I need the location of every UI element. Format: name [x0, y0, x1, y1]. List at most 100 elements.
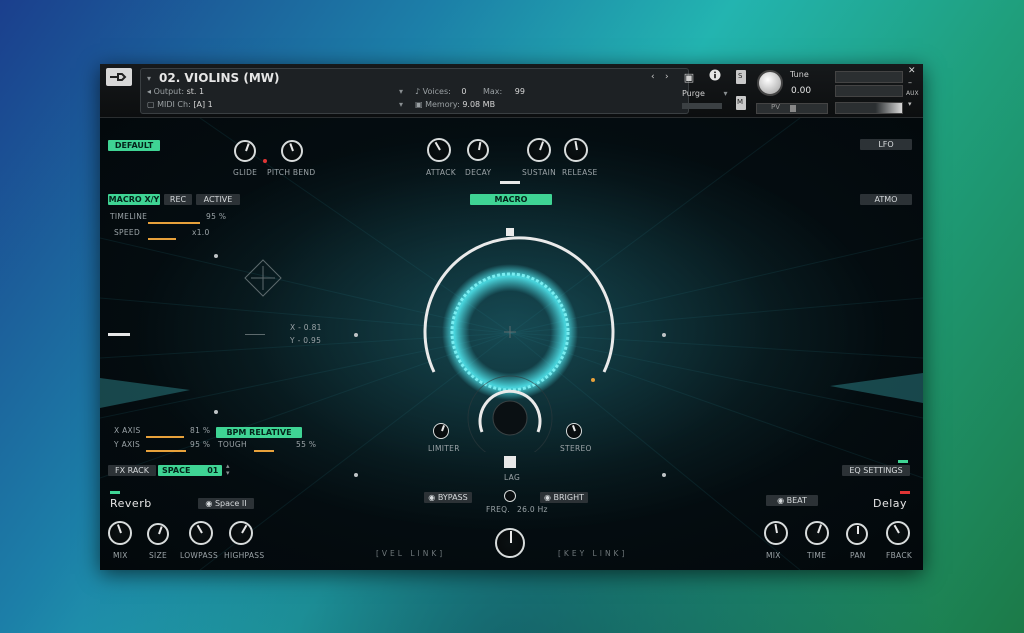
reverb-highpass-knob[interactable]: [229, 521, 253, 545]
space-stepper-icon[interactable]: ▴ ▾: [226, 463, 230, 477]
rec-button[interactable]: REC: [164, 194, 192, 205]
midi-label: MIDI Ch:: [157, 100, 191, 109]
attack-label: ATTACK: [426, 168, 456, 177]
output-row[interactable]: ◂ Output: st. 1: [147, 87, 204, 96]
default-preset-button[interactable]: DEFAULT: [108, 140, 160, 151]
delay-title: Delay: [873, 497, 908, 510]
freq-knob[interactable]: [504, 490, 516, 502]
tune-label: Tune: [790, 70, 809, 79]
tune-value[interactable]: 0.00: [791, 86, 811, 96]
pitch-bend-label: PITCH BEND: [267, 168, 316, 177]
purge-caret-icon: ▾: [723, 89, 728, 98]
purge-dropdown[interactable]: Purge ▾: [682, 89, 727, 98]
macro-ring-display[interactable]: [400, 222, 620, 452]
bright-button[interactable]: ◉ BRIGHT: [540, 492, 588, 503]
delay-pan-label: PAN: [850, 551, 866, 560]
limiter-knob[interactable]: [433, 423, 449, 439]
reverb-size-label: SIZE: [149, 551, 168, 560]
glide-knob[interactable]: [234, 140, 256, 162]
camera-icon[interactable]: ▣: [680, 69, 698, 87]
macro-xy-button[interactable]: MACRO X/Y: [108, 194, 160, 205]
atmo-button[interactable]: ATMO: [860, 194, 912, 205]
tough-slider[interactable]: [254, 450, 274, 452]
sustain-knob[interactable]: [527, 138, 551, 162]
max-voices-value[interactable]: 99: [515, 87, 525, 96]
macro-button[interactable]: MACRO: [470, 194, 552, 205]
timeline-slider[interactable]: [148, 222, 200, 224]
aux-label[interactable]: AUX: [906, 90, 919, 97]
memory-row: ▣ Memory: 9.08 MB: [415, 100, 495, 109]
reverb-lowpass-knob[interactable]: [189, 521, 213, 545]
output-label: Output:: [153, 87, 185, 96]
lfo-button[interactable]: LFO: [860, 139, 912, 150]
delay-time-knob[interactable]: [805, 521, 829, 545]
minimize-icon[interactable]: –: [908, 78, 912, 87]
reverb-size-knob[interactable]: [147, 523, 169, 545]
y-axis-slider[interactable]: [146, 450, 186, 452]
speed-slider[interactable]: [148, 238, 176, 240]
fx-rack-button[interactable]: FX RACK: [108, 465, 156, 476]
eq-active-indicator: [898, 460, 908, 463]
bright-toggle-icon: ◉: [543, 493, 551, 502]
x-axis-slider[interactable]: [146, 436, 184, 438]
wrench-icon[interactable]: [106, 68, 132, 86]
close-icon[interactable]: ✕: [908, 66, 916, 76]
y-readout: Y - 0.95: [290, 336, 322, 345]
output-meter-left: [835, 71, 903, 83]
instrument-name[interactable]: 02. VIOLINS (MW): [159, 71, 280, 85]
tune-knob[interactable]: [757, 70, 783, 96]
xy-left-marker: [108, 333, 130, 336]
prev-instrument-icon[interactable]: ‹: [651, 72, 655, 82]
mute-label: M: [737, 98, 744, 106]
stereo-knob[interactable]: [566, 423, 582, 439]
max-label: Max:: [483, 87, 503, 96]
vel-link-label[interactable]: [VEL LINK]: [376, 549, 445, 558]
reverb-mix-knob[interactable]: [108, 521, 132, 545]
decay-knob[interactable]: [467, 139, 489, 161]
bypass-button[interactable]: ◉ BYPASS: [424, 492, 472, 503]
main-volume-knob[interactable]: [495, 528, 525, 558]
attack-knob[interactable]: [427, 138, 451, 162]
delay-sync-selector[interactable]: ◉ BEAT: [766, 495, 818, 506]
xy-crosshair-line: [245, 334, 265, 335]
midi-dropdown-icon[interactable]: ▾: [399, 100, 403, 109]
eq-settings-button[interactable]: EQ SETTINGS: [842, 465, 910, 476]
speed-label: SPEED: [114, 228, 141, 237]
pan-slider[interactable]: PV: [756, 103, 828, 114]
bypass-label: BYPASS: [437, 493, 468, 502]
reverb-preset-selector[interactable]: ◉ Space II: [198, 498, 254, 509]
lag-toggle[interactable]: [504, 456, 516, 468]
memory-label: Memory:: [425, 100, 460, 109]
solo-label: S: [738, 72, 743, 80]
volume-slider[interactable]: [835, 102, 903, 114]
output-dropdown-icon[interactable]: ▾: [399, 87, 403, 96]
pv-icon[interactable]: ▾: [908, 100, 912, 108]
output-value[interactable]: st. 1: [187, 87, 204, 96]
midi-value[interactable]: [A] 1: [193, 100, 212, 109]
xy-target-icon[interactable]: [243, 258, 283, 298]
midi-row[interactable]: ▢ MIDI Ch: [A] 1: [147, 100, 213, 109]
instrument-body: DEFAULT LFO ATMO MACRO GLIDE PITCH BEND …: [100, 118, 923, 570]
solo-button[interactable]: S: [736, 70, 746, 84]
release-knob[interactable]: [564, 138, 588, 162]
lag-label: LAG: [504, 473, 521, 482]
lower-left-dot: [354, 473, 358, 477]
next-instrument-icon[interactable]: ›: [665, 72, 669, 82]
tough-label: TOUGH: [218, 440, 247, 449]
info-icon[interactable]: [706, 69, 724, 87]
key-link-label[interactable]: [KEY LINK]: [558, 549, 627, 558]
active-button[interactable]: ACTIVE: [196, 194, 240, 205]
delay-mix-knob[interactable]: [764, 521, 788, 545]
space-selector[interactable]: SPACE 01: [158, 465, 222, 476]
collapse-caret-icon[interactable]: ▾: [147, 74, 151, 83]
mute-button[interactable]: M: [736, 96, 746, 110]
timeline-value: 95 %: [206, 212, 227, 221]
delay-feedback-knob[interactable]: [886, 521, 910, 545]
instrument-info-panel: ▾ 02. VIOLINS (MW) ◂ Output: st. 1 ▾ ▢ M…: [140, 68, 689, 114]
x-axis-value: 81 %: [190, 426, 211, 435]
pitch-bend-knob[interactable]: [281, 140, 303, 162]
voices-row: ♪ Voices: 0 Max: 99: [415, 87, 525, 96]
delay-pan-knob[interactable]: [846, 523, 868, 545]
xy-handle-dot[interactable]: [214, 254, 218, 258]
bpm-relative-button[interactable]: BPM RELATIVE: [216, 427, 302, 438]
